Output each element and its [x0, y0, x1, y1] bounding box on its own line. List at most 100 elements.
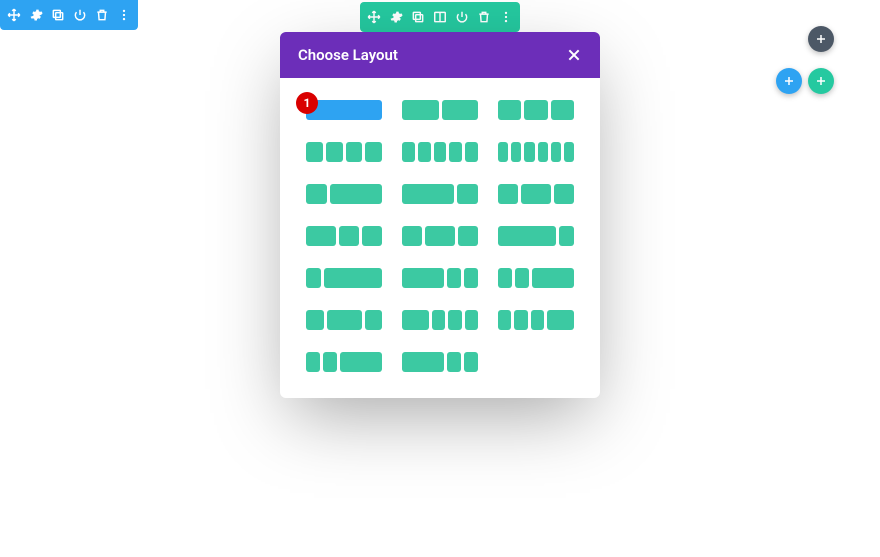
layout-column	[327, 310, 362, 330]
layout-column	[564, 142, 574, 162]
layout-column	[514, 310, 527, 330]
layout-column	[498, 268, 512, 288]
layout-cell	[306, 268, 382, 288]
layout-column	[402, 100, 439, 120]
layout-option[interactable]	[498, 268, 574, 288]
layout-column	[306, 310, 324, 330]
layout-option[interactable]	[306, 352, 382, 372]
layout-column	[498, 100, 521, 120]
layout-column	[323, 352, 337, 372]
layout-column	[340, 352, 382, 372]
layout-column	[521, 184, 551, 204]
layout-option[interactable]	[498, 310, 574, 330]
layout-column	[365, 310, 383, 330]
layout-cell	[306, 226, 382, 246]
more-icon[interactable]	[116, 7, 132, 23]
layout-column	[524, 100, 547, 120]
layout-column	[531, 310, 544, 330]
trash-icon[interactable]	[94, 7, 110, 23]
layout-cell	[498, 100, 574, 120]
layout-cell	[498, 226, 574, 246]
layout-cell	[306, 310, 382, 330]
layout-option[interactable]	[498, 226, 574, 246]
layout-column	[515, 268, 529, 288]
layout-column	[339, 226, 359, 246]
layout-cell	[402, 100, 478, 120]
layout-column	[498, 310, 511, 330]
layout-column	[402, 268, 444, 288]
layout-column	[464, 268, 478, 288]
layout-cell	[498, 184, 574, 204]
layout-column	[402, 310, 429, 330]
layout-option[interactable]	[306, 226, 382, 246]
layout-cell	[498, 142, 574, 162]
layout-column	[306, 142, 323, 162]
columns-icon[interactable]	[432, 9, 448, 25]
layout-column	[448, 310, 461, 330]
layout-column	[524, 142, 534, 162]
layout-grid: 1	[280, 78, 600, 398]
layout-column	[538, 142, 548, 162]
more-icon[interactable]	[498, 9, 514, 25]
move-icon[interactable]	[6, 7, 22, 23]
layout-option[interactable]	[306, 184, 382, 204]
layout-column	[447, 268, 461, 288]
layout-option[interactable]	[402, 142, 478, 162]
gear-icon[interactable]	[28, 7, 44, 23]
layout-column	[449, 142, 462, 162]
layout-cell: 1	[306, 100, 382, 120]
layout-column	[326, 142, 343, 162]
layout-column	[457, 184, 478, 204]
layout-cell	[498, 268, 574, 288]
layout-column	[458, 226, 478, 246]
layout-option[interactable]	[402, 310, 478, 330]
add-section-button[interactable]	[808, 26, 834, 52]
layout-column	[402, 142, 415, 162]
choose-layout-popup: Choose Layout 1	[280, 32, 600, 398]
duplicate-icon[interactable]	[50, 7, 66, 23]
close-icon[interactable]	[566, 47, 582, 63]
layout-column	[551, 142, 561, 162]
layout-column	[306, 268, 321, 288]
layout-cell	[402, 268, 478, 288]
layout-cell	[402, 352, 478, 372]
layout-column	[465, 310, 478, 330]
layout-column	[402, 226, 422, 246]
layout-option[interactable]	[306, 310, 382, 330]
duplicate-icon[interactable]	[410, 9, 426, 25]
layout-option[interactable]	[306, 142, 382, 162]
layout-column	[425, 226, 455, 246]
add-row-button[interactable]	[776, 68, 802, 94]
section-toolbar	[0, 0, 138, 30]
layout-column	[346, 142, 363, 162]
power-icon[interactable]	[72, 7, 88, 23]
gear-icon[interactable]	[388, 9, 404, 25]
layout-cell	[402, 142, 478, 162]
layout-column	[402, 184, 454, 204]
layout-cell	[402, 184, 478, 204]
trash-icon[interactable]	[476, 9, 492, 25]
step-badge: 1	[296, 92, 318, 114]
layout-option[interactable]	[306, 268, 382, 288]
layout-cell	[402, 226, 478, 246]
move-icon[interactable]	[366, 9, 382, 25]
power-icon[interactable]	[454, 9, 470, 25]
popup-header: Choose Layout	[280, 32, 600, 78]
layout-option[interactable]	[402, 352, 478, 372]
layout-option[interactable]	[498, 184, 574, 204]
layout-column	[306, 226, 336, 246]
add-module-button[interactable]	[808, 68, 834, 94]
layout-option[interactable]	[402, 100, 478, 120]
layout-column	[362, 226, 382, 246]
layout-cell	[498, 310, 574, 330]
layout-option[interactable]	[498, 142, 574, 162]
layout-column	[559, 226, 574, 246]
layout-column	[547, 310, 574, 330]
layout-column	[554, 184, 574, 204]
layout-option[interactable]	[402, 184, 478, 204]
layout-option[interactable]	[498, 100, 574, 120]
layout-column	[434, 142, 447, 162]
layout-cell	[402, 310, 478, 330]
layout-option[interactable]	[402, 268, 478, 288]
layout-option[interactable]	[402, 226, 478, 246]
